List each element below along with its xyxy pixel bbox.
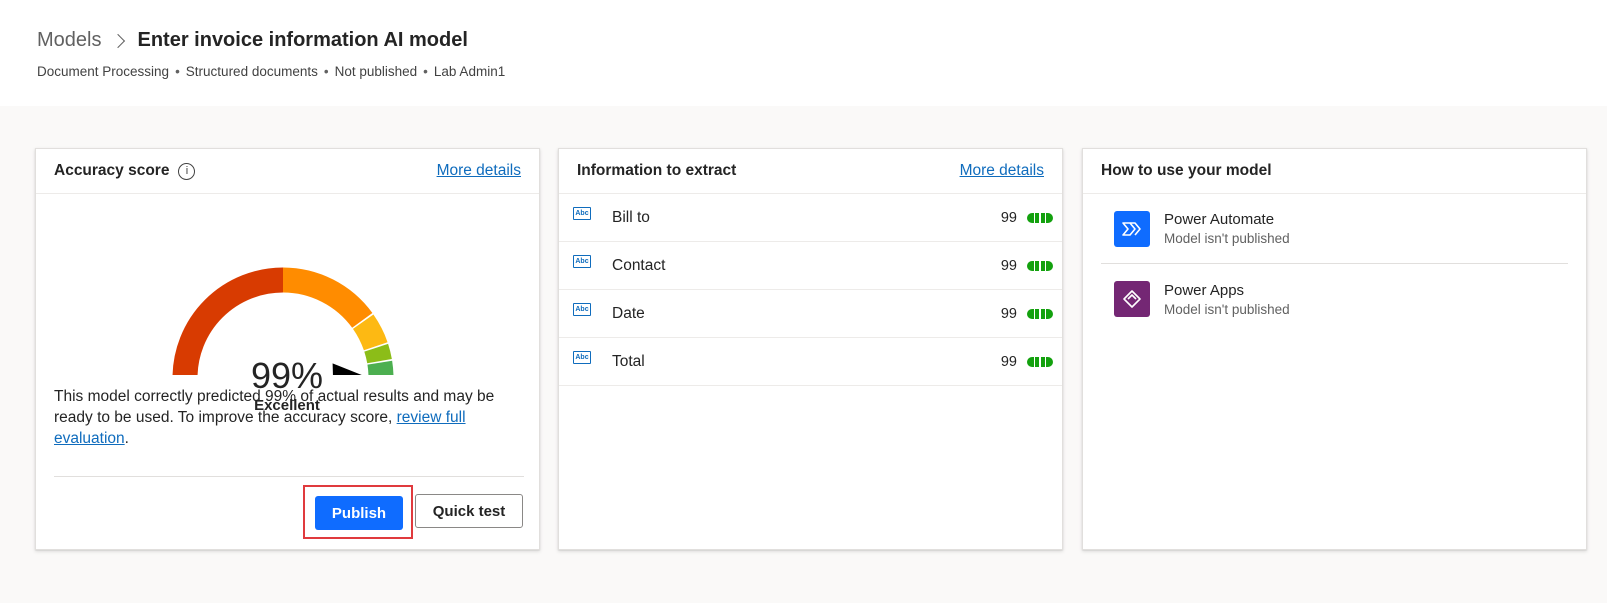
meta-type: Document Processing [37, 64, 170, 79]
field-confidence-score: 99 [1000, 209, 1017, 226]
confidence-bar-icon [1027, 212, 1053, 223]
text-field-icon: Abc [573, 207, 591, 220]
accuracy-title: Accuracy score i [54, 162, 196, 180]
meta-subtype: Structured documents [185, 64, 318, 79]
usage-card-header: How to use your model [1083, 149, 1586, 194]
gauge-svg [172, 267, 394, 375]
power-automate-text: Power Automate Model isn't published [1164, 211, 1290, 246]
confidence-bar-icon [1027, 308, 1053, 319]
field-confidence-score: 99 [1000, 257, 1017, 274]
meta-separator: • [423, 64, 428, 79]
field-confidence-score: 99 [1000, 353, 1017, 370]
power-apps-option[interactable]: Power Apps Model isn't published [1101, 264, 1568, 334]
field-name: Date [612, 304, 645, 322]
power-automate-icon [1114, 210, 1150, 247]
accuracy-gauge: 99% Excellent [36, 195, 541, 414]
extract-row[interactable]: Abc Date 99 [559, 290, 1062, 338]
accuracy-card-header: Accuracy score i More details [36, 149, 539, 194]
accuracy-description-end: . [124, 430, 129, 447]
power-apps-text: Power Apps Model isn't published [1164, 282, 1290, 317]
extract-row[interactable]: Abc Bill to 99 [559, 194, 1062, 242]
accuracy-card: Accuracy score i More details 99% Excell… [35, 148, 540, 550]
extract-more-details-link[interactable]: More details [960, 162, 1044, 180]
meta-separator: • [323, 64, 329, 79]
gauge-segment-very-good [364, 343, 392, 364]
gauge-segment-good [352, 314, 388, 351]
text-field-icon: Abc [573, 351, 591, 364]
card-divider [54, 476, 524, 477]
text-field-icon: Abc [573, 255, 591, 268]
chevron-right-icon [111, 33, 126, 48]
accuracy-more-details-link[interactable]: More details [437, 162, 521, 180]
meta-separator: • [175, 64, 180, 79]
model-meta: Document Processing • Structured documen… [37, 64, 505, 79]
breadcrumb: Models Enter invoice information AI mode… [37, 29, 468, 52]
quick-test-button[interactable]: Quick test [415, 494, 523, 528]
confidence-bar-icon [1027, 356, 1053, 367]
power-automate-option[interactable]: Power Automate Model isn't published [1101, 194, 1568, 264]
accuracy-description: This model correctly predicted 99% of ac… [54, 386, 524, 449]
page-header: Models Enter invoice information AI mode… [0, 0, 1607, 106]
extract-row[interactable]: Abc Total 99 [559, 338, 1062, 386]
app-name: Power Automate [1164, 211, 1275, 228]
usage-title: How to use your model [1101, 162, 1272, 179]
extract-title: Information to extract [577, 162, 737, 179]
text-field-icon: Abc [573, 303, 591, 316]
power-apps-icon [1114, 281, 1150, 317]
field-name: Contact [612, 256, 666, 274]
confidence-bar-icon [1027, 260, 1053, 271]
app-status: Model isn't published [1164, 231, 1290, 246]
app-name: Power Apps [1164, 281, 1245, 299]
field-name: Bill to [612, 208, 650, 226]
meta-owner: Lab Admin1 [433, 64, 506, 79]
extract-list: Abc Bill to 99 Abc Contact 99 Abc Date 9… [559, 194, 1062, 386]
info-icon[interactable]: i [178, 162, 196, 180]
gauge-segment-fair [282, 267, 373, 329]
field-name: Total [612, 352, 645, 370]
accuracy-title-text: Accuracy score [54, 162, 170, 179]
app-status: Model isn't published [1164, 301, 1290, 317]
extract-card: Information to extract More details Abc … [558, 148, 1063, 550]
extract-card-header: Information to extract More details [559, 149, 1062, 194]
extract-row[interactable]: Abc Contact 99 [559, 242, 1062, 290]
field-confidence-score: 99 [1000, 305, 1017, 322]
usage-card: How to use your model Power Automate Mod… [1082, 148, 1587, 550]
page-title: Enter invoice information AI model [137, 29, 468, 51]
gauge-segment-excellent [367, 360, 394, 375]
publish-highlight: Publish [303, 485, 413, 539]
breadcrumb-models-link[interactable]: Models [37, 29, 101, 52]
meta-status: Not published [334, 64, 418, 79]
publish-button[interactable]: Publish [315, 496, 403, 530]
